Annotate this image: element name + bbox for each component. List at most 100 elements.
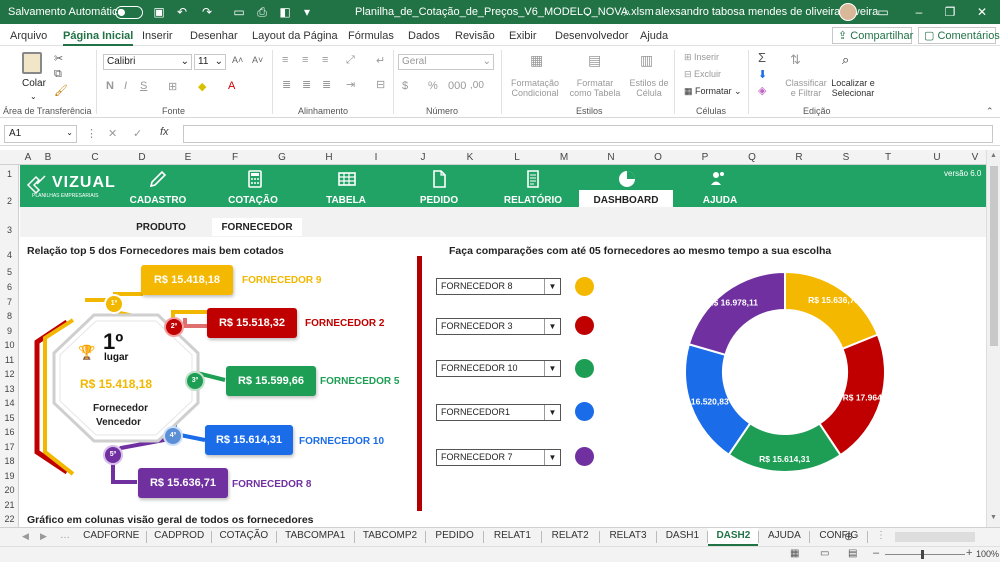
name-box[interactable]: A1 ⌄: [4, 125, 77, 143]
function-icon[interactable]: fx: [160, 126, 169, 138]
column-header-c[interactable]: C: [85, 152, 105, 163]
share-button[interactable]: ⇪ Compartilhar: [832, 27, 913, 44]
row-header-16[interactable]: 16: [0, 427, 19, 437]
sheet-tab-relat1[interactable]: RELAT1: [484, 530, 541, 541]
supplier-select-1[interactable]: FORNECEDOR 8 ▼: [436, 278, 561, 295]
row-header-14[interactable]: 14: [0, 398, 19, 408]
row-header-1[interactable]: 1: [0, 169, 19, 179]
sheet-tab-ajuda[interactable]: AJUDA: [759, 530, 809, 541]
align-middle-icon[interactable]: ≡: [302, 54, 308, 66]
cell-styles-button[interactable]: Estilos de Célula: [628, 78, 670, 98]
align-top-icon[interactable]: ≡: [282, 54, 288, 66]
row-header-20[interactable]: 20: [0, 485, 19, 495]
tab-more-icon[interactable]: …: [60, 530, 70, 541]
format-table-button[interactable]: Formatar como Tabela: [566, 78, 624, 98]
tab-layout[interactable]: Layout da Página: [252, 30, 338, 42]
column-header-e[interactable]: E: [178, 152, 198, 163]
italic-icon[interactable]: I: [124, 80, 127, 92]
shrink-font-icon[interactable]: A˅: [252, 55, 263, 65]
fill-icon[interactable]: ⬇: [758, 68, 767, 81]
tab-ajuda[interactable]: Ajuda: [640, 30, 668, 42]
sheet-tab-tabcompa1[interactable]: TABCOMPA1: [277, 530, 354, 541]
ribbon-display-icon[interactable]: ▭: [876, 5, 890, 19]
page-layout-icon[interactable]: ▭: [820, 548, 829, 559]
nav-dashboard[interactable]: DASHBOARD: [593, 195, 659, 206]
row-header-7[interactable]: 7: [0, 297, 19, 307]
column-header-f[interactable]: F: [225, 152, 245, 163]
clear-icon[interactable]: ◈: [758, 84, 766, 97]
supplier-select-4[interactable]: FORNECEDOR1 ▼: [436, 404, 561, 421]
tab-dados[interactable]: Dados: [408, 30, 440, 42]
column-header-n[interactable]: N: [601, 152, 621, 163]
underline-icon[interactable]: S: [140, 80, 147, 92]
sheet-tab-cadforne[interactable]: CADFORNE: [76, 530, 146, 541]
page-break-icon[interactable]: ▤: [848, 548, 857, 559]
scroll-up-icon[interactable]: ▲: [990, 152, 997, 159]
align-center-icon[interactable]: ≣: [302, 78, 311, 91]
new-file-icon[interactable]: ▭: [232, 5, 246, 19]
supplier-select-5[interactable]: FORNECEDOR 7 ▼: [436, 449, 561, 466]
find-select-button[interactable]: Localizar e Selecionar: [828, 78, 878, 98]
conditional-format-button[interactable]: Formatação Condicional: [510, 78, 560, 98]
paste-dropdown-icon[interactable]: ⌄: [30, 92, 37, 101]
sheet-tab-config[interactable]: CONFIG: [810, 530, 867, 541]
sort-filter-icon[interactable]: ⇅: [790, 52, 801, 68]
column-header-b[interactable]: B: [38, 152, 58, 163]
column-header-j[interactable]: J: [413, 152, 433, 163]
grow-font-icon[interactable]: A˄: [232, 55, 243, 65]
orientation-icon[interactable]: ⤢: [346, 54, 355, 67]
row-header-10[interactable]: 10: [0, 340, 19, 350]
sheet-tab-dash2[interactable]: DASH2: [708, 528, 759, 546]
close-icon[interactable]: ✕: [975, 5, 989, 19]
print-preview-icon[interactable]: ◧: [278, 5, 292, 19]
nav-cadastro[interactable]: CADASTRO: [125, 195, 191, 206]
row-header-6[interactable]: 6: [0, 282, 19, 292]
save-icon[interactable]: ▣: [152, 5, 166, 19]
delete-cells-button[interactable]: ⊟ Excluir: [684, 69, 721, 80]
sheet-tab-tabcomp2[interactable]: TABCOMP2: [355, 530, 425, 541]
supplier-select-2[interactable]: FORNECEDOR 3 ▼: [436, 318, 561, 335]
zoom-out-icon[interactable]: –: [873, 547, 879, 559]
paste-button[interactable]: Colar: [22, 78, 46, 89]
row-header-18[interactable]: 18: [0, 456, 19, 466]
tab-desenhar[interactable]: Desenhar: [190, 30, 238, 42]
subtab-produto[interactable]: PRODUTO: [120, 218, 202, 236]
column-header-i[interactable]: I: [366, 152, 386, 163]
sort-filter-button[interactable]: Classificar e Filtrar: [784, 78, 828, 98]
column-header-p[interactable]: P: [695, 152, 715, 163]
column-header-o[interactable]: O: [648, 152, 668, 163]
row-header-21[interactable]: 21: [0, 500, 19, 510]
thousands-icon[interactable]: 000: [448, 80, 466, 92]
row-header-3[interactable]: 3: [0, 225, 19, 235]
column-header-d[interactable]: D: [132, 152, 152, 163]
subtab-fornecedor[interactable]: FORNECEDOR: [212, 218, 302, 236]
tab-revisao[interactable]: Revisão: [455, 30, 495, 42]
column-header-a[interactable]: A: [18, 152, 38, 163]
row-header-17[interactable]: 17: [0, 442, 19, 452]
tab-pagina-inicial[interactable]: Página Inicial: [63, 30, 134, 46]
fill-color-icon[interactable]: ◆: [198, 80, 206, 93]
align-left-icon[interactable]: ≣: [282, 78, 291, 91]
avatar[interactable]: [839, 3, 857, 21]
cut-icon[interactable]: ✂: [54, 52, 63, 65]
tab-formulas[interactable]: Fórmulas: [348, 30, 394, 42]
wrap-text-icon[interactable]: ↵: [376, 54, 385, 67]
minimize-icon[interactable]: –: [912, 5, 926, 19]
column-header-g[interactable]: G: [272, 152, 292, 163]
title-chevron-icon[interactable]: ⌄: [583, 6, 592, 19]
decimal-icon[interactable]: ,00: [470, 80, 484, 91]
row-header-13[interactable]: 13: [0, 384, 19, 394]
tab-exibir[interactable]: Exibir: [509, 30, 537, 42]
copy-icon[interactable]: ⧉: [54, 68, 62, 81]
zoom-level[interactable]: 100%: [976, 549, 999, 559]
tab-inserir[interactable]: Inserir: [142, 30, 173, 42]
conditional-format-icon[interactable]: ▦: [530, 52, 543, 69]
row-header-12[interactable]: 12: [0, 369, 19, 379]
row-header-2[interactable]: 2: [0, 196, 19, 206]
cancel-icon[interactable]: ✕: [108, 127, 117, 140]
tab-more-icon[interactable]: ⋮: [876, 530, 886, 541]
row-header-15[interactable]: 15: [0, 413, 19, 423]
bold-icon[interactable]: N: [106, 80, 114, 92]
column-header-m[interactable]: M: [554, 152, 574, 163]
column-header-q[interactable]: Q: [742, 152, 762, 163]
